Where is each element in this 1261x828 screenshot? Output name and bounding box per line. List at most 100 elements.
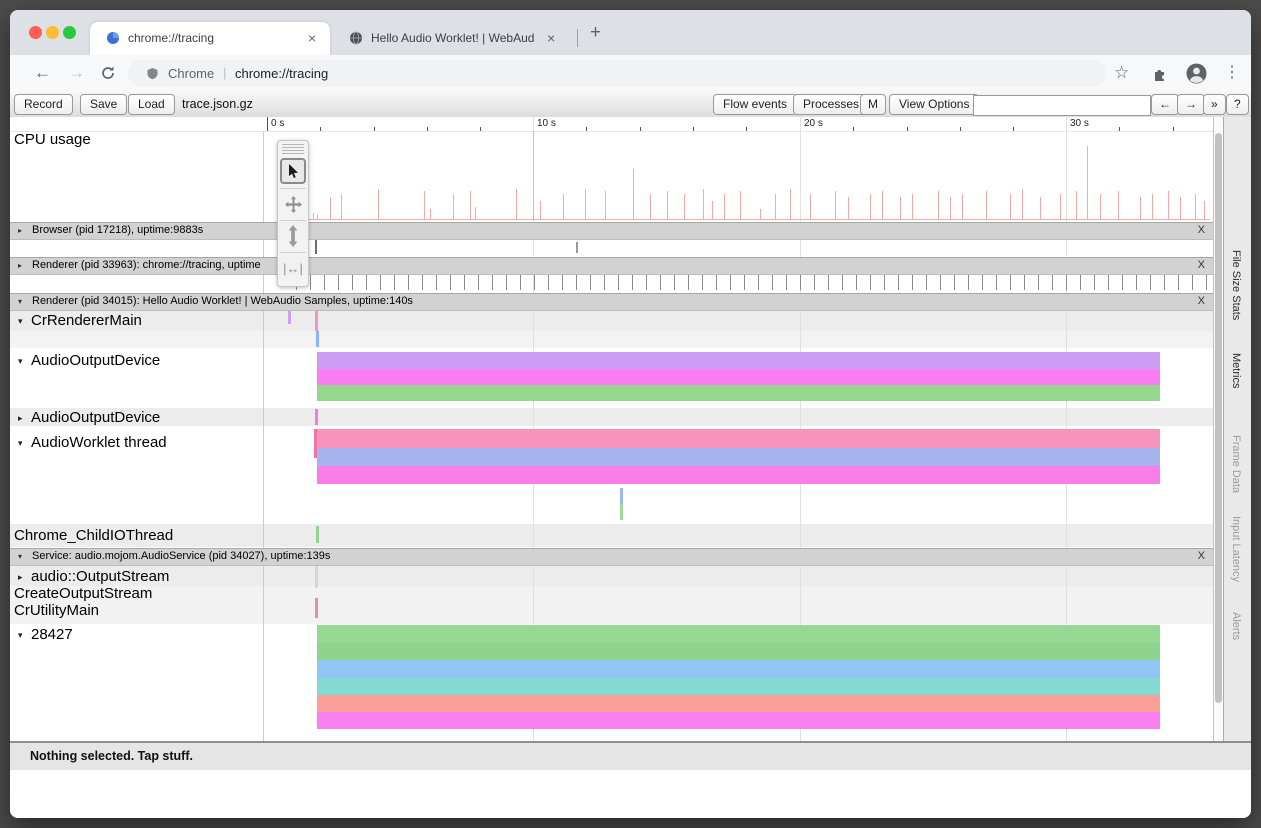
trace-slice[interactable] [317,660,1160,678]
kebab-menu-icon[interactable]: ⋮ [1224,62,1240,82]
trace-micro-slice[interactable] [315,309,318,331]
zoom-tool-button[interactable] [281,224,305,248]
cpu-spike [986,191,987,219]
disclosure-arrow-icon[interactable]: ▸ [18,572,31,583]
trace-slice[interactable] [317,625,1160,643]
cpu-spike [810,194,811,219]
thread-row-label[interactable]: ▾CrRendererMain [18,312,142,329]
disclosure-arrow-icon[interactable]: ▸ [18,413,31,424]
disclosure-arrow-icon[interactable]: ▸ [18,223,22,238]
renderer-event-tick [1094,274,1095,290]
renderer-event-tick [1080,274,1081,290]
timing-tool-button[interactable]: |↔| [281,256,305,280]
renderer-event-tick [870,274,871,290]
trace-micro-slice[interactable] [316,331,319,347]
cpu-spike [703,189,704,219]
disclosure-arrow-icon[interactable]: ▸ [18,258,22,273]
cpu-spike [1118,191,1119,219]
disclosure-arrow-icon[interactable]: ▾ [18,294,22,309]
browser-window: chrome://tracing × Hello Audio Worklet! … [10,10,1251,818]
sidebar-tab-file-size-stats[interactable]: File Size Stats [1230,250,1242,320]
scrollbar-thumb[interactable] [1215,133,1222,703]
disclosure-arrow-icon[interactable]: ▾ [18,438,31,449]
trace-micro-slice[interactable] [315,409,318,425]
cursor-icon [286,164,300,179]
process-header[interactable]: ▸Renderer (pid 33963): chrome://tracing,… [10,257,1213,275]
pan-tool-button[interactable] [281,192,305,216]
thread-row-label[interactable]: CrUtilityMain [14,602,99,619]
trace-slice[interactable] [317,385,1160,401]
browser-event-tick [315,240,317,254]
trace-slice[interactable] [317,352,1160,369]
disclosure-arrow-icon[interactable]: ▾ [18,356,31,367]
renderer-event-tick [744,274,745,290]
thread-row-label[interactable]: CreateOutputStream [14,585,152,602]
cpu-spike [790,189,791,219]
renderer-event-tick [492,274,493,290]
trace-slice[interactable] [317,712,1160,729]
process-header[interactable]: ▸Browser (pid 17218), uptime:9883sX [10,222,1213,240]
thread-name: CrRendererMain [31,312,142,329]
cpu-spike [1087,146,1088,219]
cpu-spike [633,169,634,219]
disclosure-arrow-icon[interactable]: ▾ [18,630,31,641]
renderer-event-tick [954,274,955,290]
trace-micro-slice[interactable] [315,598,318,618]
trace-micro-slice[interactable] [620,488,623,504]
trace-micro-slice[interactable] [288,310,291,324]
cpu-spike [430,209,431,219]
trace-micro-slice[interactable] [316,526,319,543]
close-track-button[interactable]: X [1198,258,1205,273]
renderer-event-tick [408,274,409,290]
palette-drag-grip[interactable] [282,144,304,155]
cpu-spike [1022,189,1023,219]
process-header-label: Service: audio.mojom.AudioService (pid 3… [32,549,330,564]
thread-name: Chrome_ChildIOThread [14,527,173,544]
trace-micro-slice[interactable] [620,504,623,520]
close-track-button[interactable]: X [1198,294,1205,309]
cpu-spike [475,207,476,219]
cpu-spike [317,215,318,219]
analysis-bar: Nothing selected. Tap stuff. [10,741,1251,770]
process-header[interactable]: ▾ Service: audio.mojom.AudioService (pid … [10,548,1213,566]
sidebar-tab-metrics[interactable]: Metrics [1230,353,1242,388]
process-header[interactable]: ▾Renderer (pid 34015): Hello Audio Workl… [10,293,1213,311]
trace-micro-slice[interactable] [314,429,317,458]
close-track-button[interactable]: X [1198,549,1205,564]
renderer-event-tick [520,274,521,290]
cpu-spike [1010,194,1011,219]
thread-row-label[interactable]: ▸audio::OutputStream [18,568,169,585]
cpu-spike [938,191,939,219]
renderer-event-tick [646,274,647,290]
renderer-event-tick [730,274,731,290]
trace-micro-slice[interactable] [315,566,318,588]
trace-slice[interactable] [317,466,1160,484]
thread-row-label[interactable]: Chrome_ChildIOThread [14,527,173,544]
trace-slice[interactable] [317,678,1160,695]
trace-slice[interactable] [317,695,1160,712]
trace-slice[interactable] [317,643,1160,660]
trace-slice[interactable] [317,429,1160,448]
thread-row-label[interactable]: ▸AudioOutputDevice [18,409,160,426]
help-button[interactable]: ? [1226,94,1249,115]
renderer-event-tick [688,274,689,290]
thread-name: CrUtilityMain [14,602,99,619]
thread-row-label[interactable]: ▾AudioOutputDevice [18,352,160,369]
renderer-event-tick [380,274,381,290]
select-tool-button[interactable] [280,158,306,184]
thread-row-label[interactable]: ▾AudioWorklet thread [18,434,167,451]
close-track-button[interactable]: X [1198,223,1205,238]
renderer-event-tick [464,274,465,290]
renderer-event-tick [394,274,395,290]
trace-slice[interactable] [317,448,1160,466]
disclosure-arrow-icon[interactable]: ▾ [18,549,22,564]
renderer-event-tick [716,274,717,290]
sidebar-tab-frame-data: Frame Data [1230,435,1242,493]
thread-row-label[interactable]: ▾28427 [18,626,73,643]
tool-palette: |↔| [277,140,309,287]
status-text: Nothing selected. Tap stuff. [30,749,193,763]
disclosure-arrow-icon[interactable]: ▾ [18,316,31,327]
trace-slice[interactable] [317,369,1160,385]
cpu-spike [775,194,776,219]
thread-name: AudioOutputDevice [31,352,160,369]
